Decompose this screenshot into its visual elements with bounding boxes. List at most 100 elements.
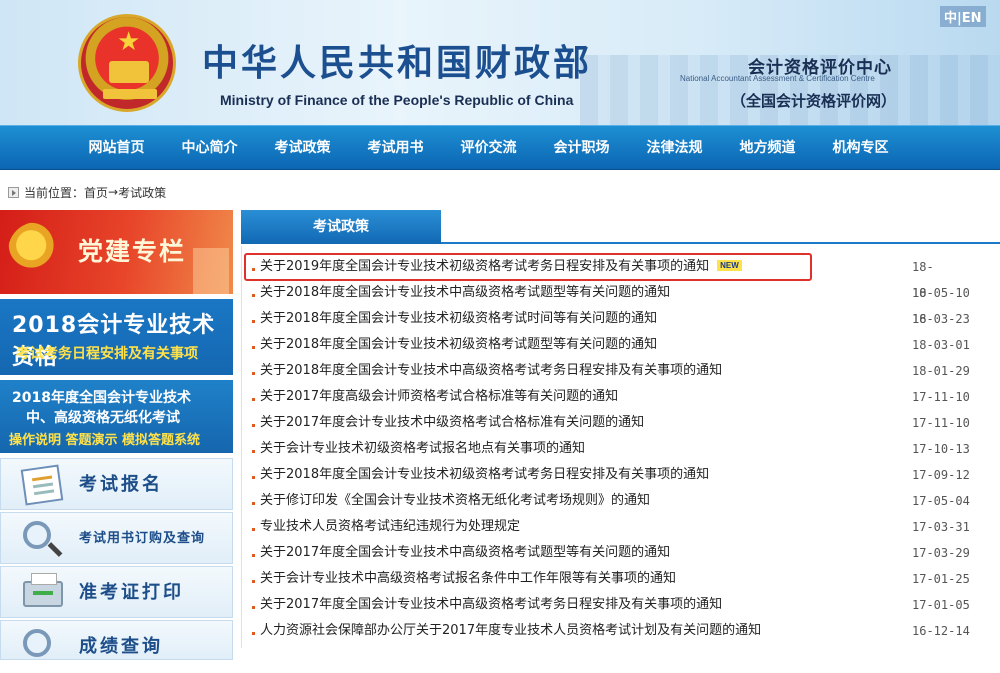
news-title[interactable]: 关于2018年度全国会计专业技术初级资格考试时间等有关问题的通知 (260, 311, 657, 326)
list-item[interactable]: 人力资源社会保障部办公厅关于2017年度专业技术人员资格考试计划及有关问题的通知… (242, 618, 1000, 644)
nav-item-exam-policy[interactable]: 考试政策 (256, 126, 349, 171)
news-date: 18-03-23 (912, 312, 970, 326)
news-title[interactable]: 关于2017年度全国会计专业技术中高级资格考试考务日程安排及有关事项的通知 (260, 597, 722, 612)
news-title[interactable]: 关于2019年度全国会计专业技术初级资格考试考务日程安排及有关事项的通知 (260, 259, 709, 274)
center-name-en: National Accountant Assessment & Certifi… (680, 74, 875, 83)
lang-cn-link[interactable]: 中 (944, 11, 957, 26)
exam-schedule-banner[interactable]: 2018会计专业技术资格 考试考务日程安排及有关事项 (0, 299, 233, 375)
party-building-banner[interactable]: 党建专栏 (0, 210, 233, 294)
news-list-box: 关于2019年度全国会计专业技术初级资格考试考务日程安排及有关事项的通知 NEW … (241, 246, 1000, 648)
news-list: 关于2019年度全国会计专业技术初级资格考试考务日程安排及有关事项的通知 NEW … (242, 253, 1000, 644)
list-item[interactable]: 专业技术人员资格考试违纪违规行为处理规定 17-03-31 (242, 514, 1000, 540)
news-title[interactable]: 关于修订印发《全国会计专业技术资格无纸化考试考场规则》的通知 (260, 493, 650, 508)
quick-link-score-label: 成绩查询 (79, 636, 163, 657)
magnifier-icon (23, 521, 51, 549)
list-item[interactable]: 关于2018年度全国会计专业技术中高级资格考试题型等有关问题的通知 18-05-… (242, 280, 1000, 306)
nav-item-career[interactable]: 会计职场 (535, 126, 628, 171)
site-title-en: Ministry of Finance of the People's Repu… (220, 92, 574, 108)
ribbon-icon (103, 89, 157, 99)
news-date: 17-03-31 (912, 520, 970, 534)
news-title[interactable]: 关于2017年度高级会计师资格考试合格标准等有关问题的通知 (260, 389, 618, 404)
bullet-icon (252, 268, 255, 271)
quick-link-books-label: 考试用书订购及查询 (79, 531, 206, 546)
news-date: 17-09-12 (912, 468, 970, 482)
breadcrumb-arrow: → (108, 185, 119, 199)
breadcrumb: 当前位置： 首页 → 考试政策 (8, 183, 166, 201)
new-badge-icon: NEW (717, 260, 742, 271)
bullet-icon (252, 554, 255, 557)
quick-link-register-label: 考试报名 (79, 474, 163, 495)
paperless-exam-banner[interactable]: 2018年度全国会计专业技术 中、高级资格无纸化考试 操作说明 答题演示 模拟答… (0, 380, 233, 453)
quick-link-register[interactable]: 考试报名 (0, 458, 233, 510)
bullet-icon (252, 450, 255, 453)
site-title-cn: 中华人民共和国财政部 (202, 42, 593, 84)
quick-link-books[interactable]: 考试用书订购及查询 (0, 512, 233, 564)
news-title[interactable]: 关于2018年度全国会计专业技术中高级资格考试考务日程安排及有关事项的通知 (260, 363, 722, 378)
party-banner-label: 党建专栏 (78, 237, 187, 266)
news-title[interactable]: 关于2018年度全国会计专业技术初级资格考试考务日程安排及有关事项的通知 (260, 467, 709, 482)
news-title[interactable]: 关于会计专业技术中高级资格考试报名条件中工作年限等有关事项的通知 (260, 571, 676, 586)
list-item[interactable]: 关于2018年度全国会计专业技术初级资格考试考务日程安排及有关事项的通知 17-… (242, 462, 1000, 488)
tab-bar: 考试政策 (241, 210, 1000, 244)
news-date: 17-11-10 (912, 390, 970, 404)
news-date: 18-03-01 (912, 338, 970, 352)
star-icon: ★ (117, 27, 141, 57)
bullet-icon (252, 580, 255, 583)
breadcrumb-current[interactable]: 考试政策 (118, 184, 166, 201)
tab-exam-policy[interactable]: 考试政策 (241, 210, 441, 244)
news-date: 18-01-29 (912, 364, 970, 378)
nav-item-exam-books[interactable]: 考试用书 (349, 126, 442, 171)
breadcrumb-home-link[interactable]: 首页 (84, 184, 108, 201)
tiananmen-icon (193, 248, 229, 294)
tiananmen-icon (109, 61, 149, 83)
news-title[interactable]: 人力资源社会保障部办公厅关于2017年度专业技术人员资格考试计划及有关问题的通知 (260, 623, 761, 638)
nav-item-local[interactable]: 地方频道 (721, 126, 814, 171)
bullet-icon (252, 346, 255, 349)
quick-link-ticket-label: 准考证打印 (79, 582, 184, 603)
nav-item-home[interactable]: 网站首页 (70, 126, 163, 171)
news-date: 17-05-04 (912, 494, 970, 508)
nav-item-exchange[interactable]: 评价交流 (442, 126, 535, 171)
language-switch: 中|EN (940, 6, 986, 27)
bullet-icon (252, 632, 255, 635)
main-nav: 网站首页 中心简介 考试政策 考试用书 评价交流 会计职场 法律法规 地方频道 … (0, 125, 1000, 170)
party-emblem-icon (8, 222, 66, 280)
news-title[interactable]: 专业技术人员资格考试违纪违规行为处理规定 (260, 519, 520, 534)
exam-schedule-banner-subtitle: 考试考务日程安排及有关事项 (16, 346, 198, 362)
list-item[interactable]: 关于2018年度全国会计专业技术初级资格考试题型等有关问题的通知 18-03-0… (242, 332, 1000, 358)
list-item[interactable]: 关于2017年度高级会计师资格考试合格标准等有关问题的通知 17-11-10 (242, 384, 1000, 410)
printer-icon (23, 573, 63, 607)
list-item[interactable]: 关于2017年度全国会计专业技术中高级资格考试考务日程安排及有关事项的通知 17… (242, 592, 1000, 618)
list-item[interactable]: 关于会计专业技术中高级资格考试报名条件中工作年限等有关事项的通知 17-01-2… (242, 566, 1000, 592)
bullet-icon (252, 502, 255, 505)
bullet-icon (252, 528, 255, 531)
quick-link-score[interactable]: 成绩查询 (0, 620, 233, 660)
news-title[interactable]: 关于2018年度全国会计专业技术中高级资格考试题型等有关问题的通知 (260, 285, 670, 300)
news-date: 18-05-10 (912, 286, 970, 300)
list-item[interactable]: 关于2018年度全国会计专业技术中高级资格考试考务日程安排及有关事项的通知 18… (242, 358, 1000, 384)
lang-en-link[interactable]: EN (962, 11, 982, 26)
list-item[interactable]: 关于修订印发《全国会计专业技术资格无纸化考试考场规则》的通知 17-05-04 (242, 488, 1000, 514)
breadcrumb-arrow-icon (8, 186, 19, 198)
list-item[interactable]: 关于2017年度全国会计专业技术中高级资格考试题型等有关问题的通知 17-03-… (242, 540, 1000, 566)
news-title[interactable]: 关于2017年度会计专业技术中级资格考试合格标准有关问题的通知 (260, 415, 644, 430)
list-item[interactable]: 关于2018年度全国会计专业技术初级资格考试时间等有关问题的通知 18-03-2… (242, 306, 1000, 332)
list-item[interactable]: 关于2017年度会计专业技术中级资格考试合格标准有关问题的通知 17-11-10 (242, 410, 1000, 436)
news-item-highlighted[interactable]: 关于2019年度全国会计专业技术初级资格考试考务日程安排及有关事项的通知 NEW … (244, 253, 934, 326)
list-item[interactable]: 关于会计专业技术初级资格考试报名地点有关事项的通知 17-10-13 (242, 436, 1000, 462)
news-date: 17-03-29 (912, 546, 970, 560)
news-title[interactable]: 关于2017年度全国会计专业技术中高级资格考试题型等有关问题的通知 (260, 545, 670, 560)
bullet-icon (252, 372, 255, 375)
nav-item-institutions[interactable]: 机构专区 (814, 126, 907, 171)
site-header: ★ 中华人民共和国财政部 Ministry of Finance of the … (0, 0, 1000, 125)
paperless-banner-line3: 操作说明 答题演示 模拟答题系统 (9, 433, 201, 448)
bullet-icon (252, 606, 255, 609)
quick-link-ticket[interactable]: 准考证打印 (0, 566, 233, 618)
bullet-icon (252, 320, 255, 323)
news-title[interactable]: 关于会计专业技术初级资格考试报名地点有关事项的通知 (260, 441, 585, 456)
nav-item-about[interactable]: 中心简介 (163, 126, 256, 171)
national-emblem-logo[interactable]: ★ (78, 14, 176, 112)
news-title[interactable]: 关于2018年度全国会计专业技术初级资格考试题型等有关问题的通知 (260, 337, 657, 352)
nav-item-laws[interactable]: 法律法规 (628, 126, 721, 171)
bullet-icon (252, 424, 255, 427)
